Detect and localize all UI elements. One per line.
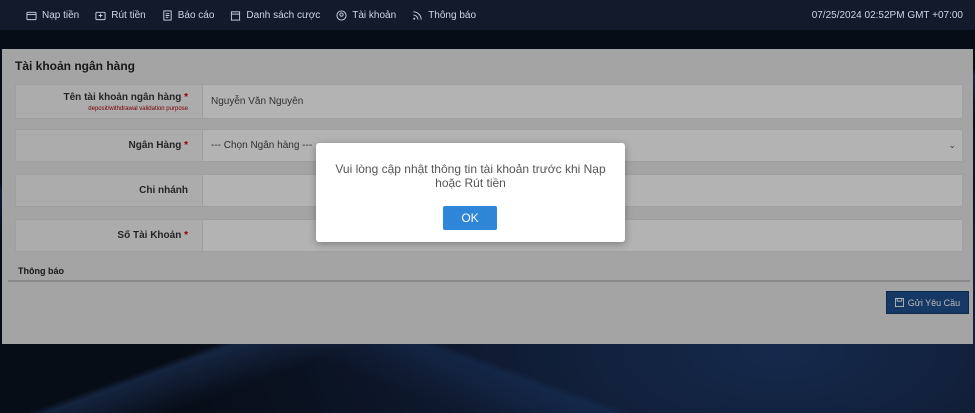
report-icon xyxy=(163,9,172,21)
nav-withdraw-label: Rút tiền xyxy=(111,9,146,21)
alert-dialog: Vui lòng cập nhật thông tin tài khoản tr… xyxy=(316,143,625,242)
alert-message: Vui lòng cập nhật thông tin tài khoản tr… xyxy=(335,162,606,190)
nav-deposit-label: Nạp tiền xyxy=(42,9,80,21)
nav-bet-list-label: Danh sách cược xyxy=(246,9,321,21)
clock: 07/25/2024 02:52PM GMT +07:00 xyxy=(811,9,963,21)
calendar-icon xyxy=(231,10,241,21)
nav-notifications-label: Thông báo xyxy=(428,9,477,21)
nav-report-label: Báo cáo xyxy=(177,9,215,21)
account-icon xyxy=(336,9,347,21)
nav-bet-list[interactable]: Danh sách cược xyxy=(230,10,320,21)
nav-account-label: Tài khoản xyxy=(352,9,397,21)
nav-notifications[interactable]: Thông báo xyxy=(412,10,476,21)
nav-deposit[interactable]: Nạp tiền xyxy=(26,10,79,21)
top-navigation-bar: Nạp tiền Rút tiền Báo cáo Danh sách cược… xyxy=(0,0,975,30)
nav-withdraw[interactable]: Rút tiền xyxy=(95,9,146,21)
ok-button[interactable]: OK xyxy=(443,206,497,230)
nav-account[interactable]: Tài khoản xyxy=(336,10,396,21)
rss-icon xyxy=(413,10,422,20)
nav-menu: Nạp tiền Rút tiền Báo cáo Danh sách cược… xyxy=(26,10,476,21)
wallet-icon xyxy=(26,11,37,20)
nav-report[interactable]: Báo cáo xyxy=(162,9,215,21)
withdraw-icon xyxy=(95,11,106,20)
